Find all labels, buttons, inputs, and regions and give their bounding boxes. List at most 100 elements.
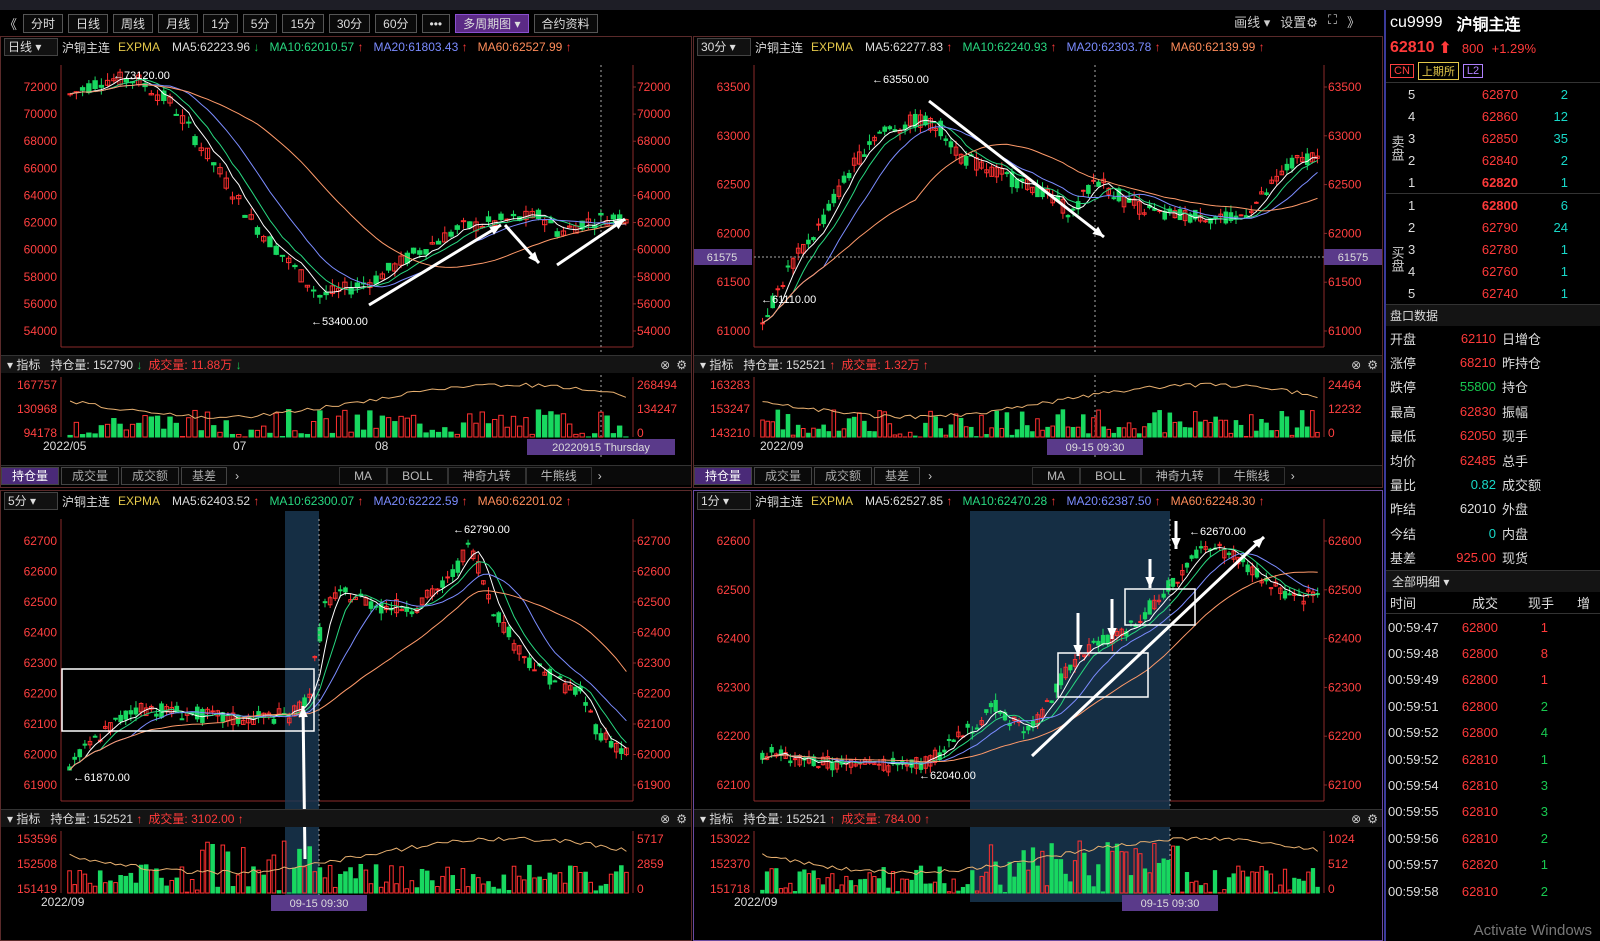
- toolbar-button[interactable]: 日线: [68, 13, 109, 33]
- overlay-tab[interactable]: 牛熊线: [525, 466, 592, 485]
- book-level[interactable]: 1 62800 6: [1408, 194, 1600, 216]
- close-icon[interactable]: ⊗: [660, 812, 670, 826]
- y-tick-right: 62300: [1328, 680, 1362, 694]
- y-tick-left: 60000: [24, 243, 58, 257]
- candle-body: [1065, 214, 1071, 218]
- close-icon[interactable]: ⊗: [1351, 812, 1361, 826]
- sub-y-tick-left: 163283: [710, 378, 750, 392]
- indicator-tab[interactable]: 持仓量: [694, 466, 753, 485]
- toolbar-button[interactable]: 15分: [282, 13, 324, 33]
- book-level[interactable]: 3 62850 35: [1408, 127, 1600, 149]
- volume-bar: [834, 889, 840, 894]
- indicator-tab[interactable]: 基差: [874, 466, 921, 485]
- chevron-right-icon[interactable]: ›: [1291, 469, 1295, 483]
- book-level[interactable]: 5 62870 2: [1408, 83, 1600, 105]
- y-tick-right: 62200: [1328, 729, 1362, 743]
- book-level[interactable]: 3 62780 1: [1408, 238, 1600, 260]
- volume-bar: [862, 420, 867, 438]
- toolbar-right-button[interactable]: ⛶: [1328, 12, 1337, 31]
- toolbar-button[interactable]: 周线: [113, 13, 154, 33]
- chevron-right-icon[interactable]: ›: [928, 469, 932, 483]
- candle-body: [273, 245, 279, 255]
- y-tick-left: 62600: [717, 534, 751, 548]
- volume-bar: [1100, 891, 1106, 894]
- forward-arrow[interactable]: 》: [1347, 12, 1360, 31]
- low-price-label: ←61110.00: [761, 294, 816, 306]
- overlay-tab[interactable]: MA: [1032, 466, 1081, 485]
- book-level[interactable]: 4 62860 12: [1408, 105, 1600, 127]
- volume-bar: [398, 415, 404, 438]
- overlay-tab[interactable]: 神奇九转: [1140, 466, 1219, 485]
- toolbar-button[interactable]: 60分: [375, 13, 417, 33]
- bid-book: 买盘 1 62800 6 2 62790 24 3 62780 1 4 62760 1 5 62740 1: [1386, 193, 1600, 304]
- gear-icon[interactable]: ⚙: [1367, 358, 1378, 372]
- chart-canvas[interactable]: 62600 62600 62500 62500 62400 62400 62300 62300…: [694, 491, 1382, 940]
- volume-bar: [133, 882, 139, 894]
- book-level[interactable]: 2 62790 24: [1408, 216, 1600, 238]
- indicator-tab[interactable]: 成交额: [121, 466, 180, 485]
- candle-body: [887, 126, 893, 130]
- volume-bar: [1152, 412, 1157, 438]
- book-level[interactable]: 5 62740 1: [1408, 282, 1600, 304]
- overlay-tab[interactable]: BOLL: [1080, 466, 1141, 485]
- indicator-tab[interactable]: 成交量: [61, 466, 120, 485]
- volume-bar: [136, 422, 142, 438]
- y-tick-left: 63000: [717, 129, 751, 143]
- indicator-tab[interactable]: 成交额: [814, 466, 873, 485]
- indicator-tab[interactable]: 成交量: [754, 466, 813, 485]
- indicator-toggle[interactable]: ▾ 指标: [700, 810, 733, 827]
- daily-chart-panel: 日线 ▾ 沪铜主连 EXPMA MA5:62223.96 ↓ MA10:62010.57…: [0, 36, 692, 488]
- overlay-tab[interactable]: MA: [339, 466, 388, 485]
- book-level[interactable]: 1 62820 1: [1408, 171, 1600, 193]
- indicator-tab[interactable]: 持仓量: [1, 466, 60, 485]
- volume-bar: [1050, 425, 1056, 438]
- gear-icon[interactable]: ⚙: [676, 812, 687, 826]
- chart-canvas[interactable]: 72000 72000 70000 70000 68000 68000 66000 66000…: [1, 37, 691, 487]
- book-level[interactable]: 2 62840 2: [1408, 149, 1600, 171]
- highlight-region: [970, 511, 1170, 902]
- toolbar-right-button[interactable]: 设置⚙: [1280, 12, 1318, 31]
- toolbar-right-button[interactable]: 画线 ▾: [1234, 12, 1270, 31]
- low-price-label: ←62040.00: [919, 770, 976, 782]
- pankou-value: 68210: [1459, 355, 1496, 371]
- trade-detail-dropdown[interactable]: 全部明细 ▾: [1386, 569, 1600, 592]
- volume-bar: [423, 432, 429, 438]
- toolbar-button[interactable]: •••: [421, 13, 451, 33]
- toolbar-button[interactable]: 30分: [328, 13, 371, 33]
- trade-qty: 1: [1540, 619, 1548, 635]
- candle-body: [1170, 577, 1176, 587]
- chart-canvas[interactable]: 62700 62700 62600 62600 62500 62500 62400 62400…: [1, 491, 691, 940]
- volume-bar: [1068, 881, 1073, 894]
- trade-qty: 2: [1540, 830, 1548, 846]
- volume-bar: [343, 871, 348, 894]
- close-icon[interactable]: ⊗: [660, 358, 670, 372]
- overlay-tab[interactable]: BOLL: [387, 466, 448, 485]
- gear-icon[interactable]: ⚙: [1367, 812, 1378, 826]
- toolbar-button[interactable]: 1分: [203, 13, 238, 33]
- indicator-toggle[interactable]: ▾ 指标: [7, 356, 40, 373]
- overlay-tab[interactable]: 牛熊线: [1218, 466, 1285, 485]
- volume-bar: [149, 869, 154, 894]
- chevron-right-icon[interactable]: ›: [598, 469, 602, 483]
- sub-y-tick-left: 143210: [710, 426, 750, 440]
- gear-icon[interactable]: ⚙: [676, 358, 687, 372]
- overlay-tab[interactable]: 神奇九转: [447, 466, 526, 485]
- toolbar-button[interactable]: 多周期图 ▾: [455, 13, 529, 33]
- indicator-toggle[interactable]: ▾ 指标: [7, 810, 40, 827]
- toolbar-button[interactable]: 分时: [23, 13, 64, 33]
- indicator-tab[interactable]: 基差: [181, 466, 228, 485]
- volume-bar: [872, 431, 877, 438]
- y-tick-left: 64000: [24, 188, 58, 202]
- trade-row: 00:59:52 62810 1: [1386, 746, 1600, 772]
- toolbar-button[interactable]: 月线: [158, 13, 199, 33]
- indicator-toggle[interactable]: ▾ 指标: [700, 356, 733, 373]
- chart-canvas[interactable]: 63500 63500 63000 63000 62500 62500 62000 62000…: [694, 37, 1382, 487]
- chevron-right-icon[interactable]: ›: [235, 469, 239, 483]
- book-level[interactable]: 4 62760 1: [1408, 260, 1600, 282]
- toolbar-button[interactable]: 5分: [242, 13, 278, 33]
- back-arrow[interactable]: 《: [4, 14, 17, 33]
- close-icon[interactable]: ⊗: [1351, 358, 1361, 372]
- last-price: 62810: [1390, 39, 1435, 56]
- toolbar-button[interactable]: 合约资料: [533, 13, 598, 33]
- volume-bar: [535, 409, 542, 438]
